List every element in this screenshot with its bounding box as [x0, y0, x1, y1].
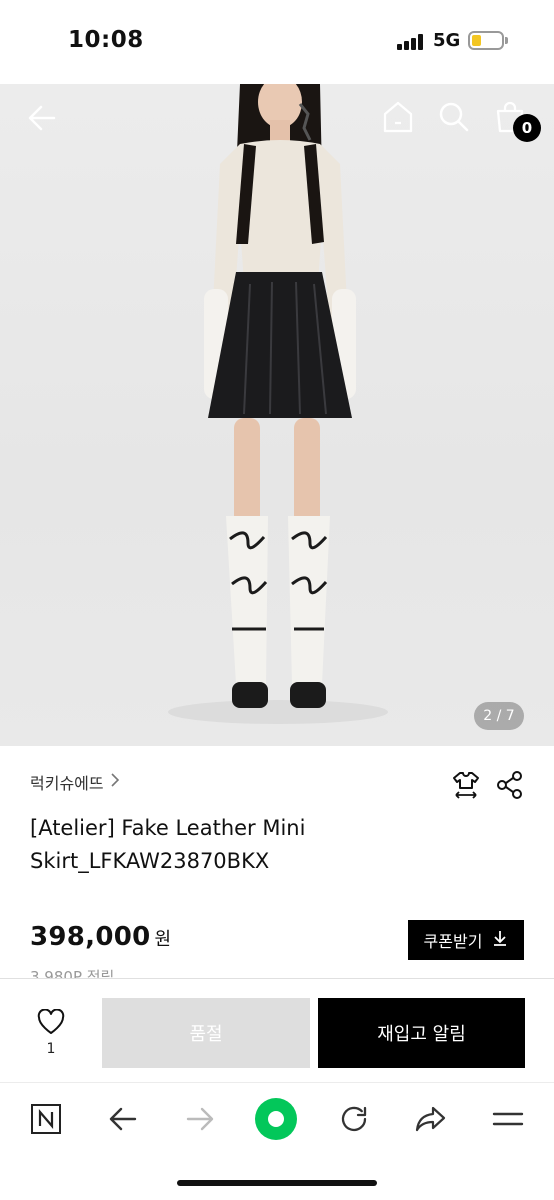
- naver-n-icon[interactable]: [26, 1099, 66, 1139]
- signal-icon: [397, 33, 427, 50]
- brand-name: 럭키슈에뜨: [30, 774, 104, 793]
- restock-alert-button[interactable]: 재입고 알림: [318, 998, 525, 1068]
- price-row: 398,000 원: [30, 922, 171, 952]
- like-count: 1: [46, 1041, 56, 1057]
- search-icon[interactable]: [438, 101, 470, 137]
- menu-icon[interactable]: [488, 1099, 528, 1139]
- product-image[interactable]: 2 / 7: [0, 84, 554, 746]
- back-arrow-icon[interactable]: [26, 102, 58, 138]
- battery-icon: [468, 31, 504, 50]
- heart-icon: [37, 1008, 65, 1039]
- refresh-icon[interactable]: [334, 1099, 374, 1139]
- green-dot-icon[interactable]: [254, 1097, 298, 1141]
- purchase-action-bar: 1 품절 재입고 알림: [0, 978, 554, 1082]
- brand-link[interactable]: 럭키슈에뜨: [30, 770, 120, 794]
- soldout-button[interactable]: 품절: [102, 998, 310, 1068]
- cart-count-badge: 0: [513, 114, 541, 142]
- share-icon[interactable]: [496, 770, 524, 804]
- status-bar: 10:08 5G: [0, 0, 554, 84]
- currency-label: 원: [154, 929, 172, 950]
- coupon-button[interactable]: 쿠폰받기: [408, 920, 524, 960]
- like-button[interactable]: 1: [30, 1008, 72, 1057]
- product-title: [Atelier] Fake Leather Mini Skirt_LFKAW2…: [30, 816, 306, 873]
- image-counter: 2 / 7: [474, 702, 524, 730]
- back-icon[interactable]: [103, 1099, 143, 1139]
- product-actions: [452, 770, 524, 804]
- product-price: 398,000: [30, 922, 151, 952]
- network-label: 5G: [433, 30, 461, 51]
- forward-icon[interactable]: [180, 1099, 220, 1139]
- home-indicator[interactable]: [177, 1180, 377, 1186]
- status-time: 10:08: [68, 27, 144, 53]
- size-guide-icon[interactable]: [452, 770, 480, 804]
- coupon-label: 쿠폰받기: [423, 932, 483, 951]
- chevron-right-icon: [110, 772, 120, 792]
- download-icon: [492, 929, 508, 951]
- home-icon[interactable]: [382, 100, 414, 138]
- share-arrow-icon[interactable]: [411, 1099, 451, 1139]
- model-photo: [168, 84, 388, 724]
